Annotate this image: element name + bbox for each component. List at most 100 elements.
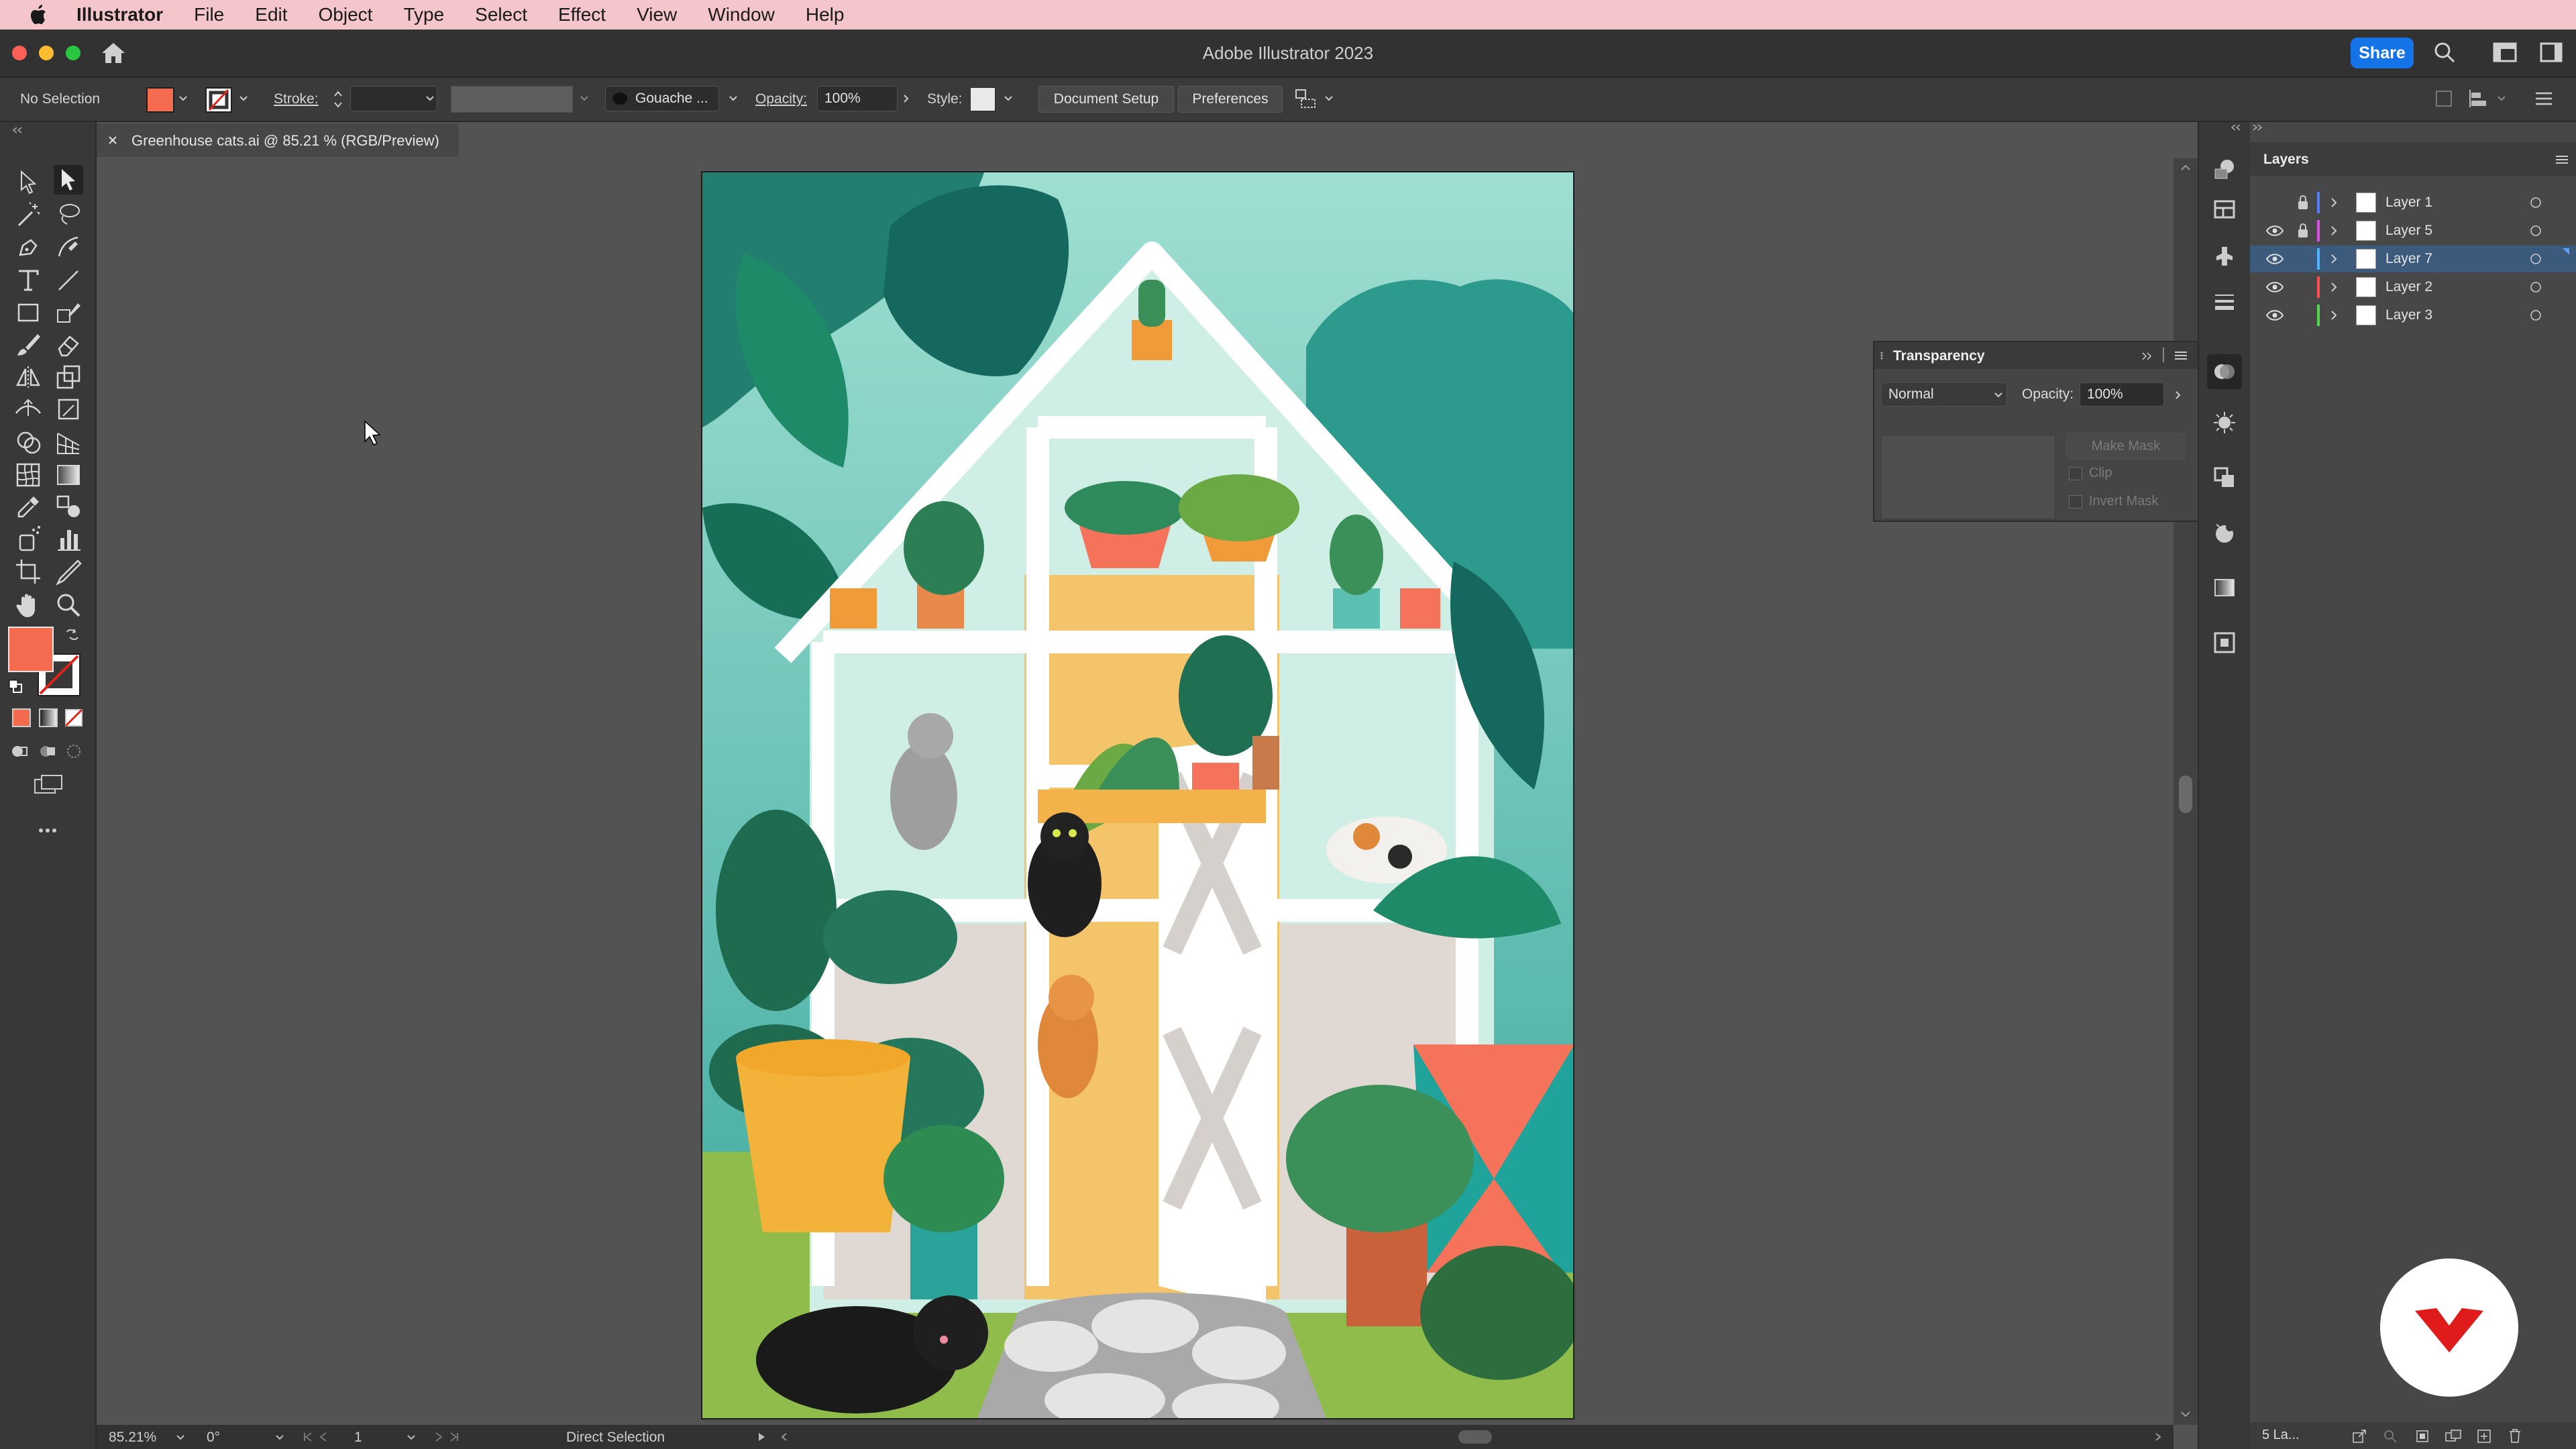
expand-chevron-icon[interactable]	[2329, 310, 2339, 321]
scroll-down-icon[interactable]	[2180, 1410, 2191, 1418]
drag-handle-icon[interactable]	[1880, 352, 1884, 360]
workspace-switcher-icon[interactable]	[2493, 42, 2517, 63]
perspective-grid-tool-icon[interactable]	[54, 428, 83, 458]
vertical-scroll-thumb[interactable]	[2179, 775, 2192, 813]
close-document-icon[interactable]	[107, 135, 118, 146]
transparency-panel-title[interactable]: Transparency	[1893, 348, 1985, 364]
pathfinder-icon[interactable]	[2212, 466, 2237, 490]
paintbrush-tool-icon[interactable]	[13, 330, 43, 360]
shaper-tool-icon[interactable]	[54, 298, 83, 327]
collapse-icon[interactable]	[2251, 123, 2263, 131]
draw-inside-icon[interactable]	[64, 742, 83, 761]
width-tool-icon[interactable]	[13, 394, 43, 424]
invert-mask-checkbox[interactable]	[2069, 495, 2082, 508]
lock-toggle-empty[interactable]	[2297, 307, 2309, 323]
scroll-up-icon[interactable]	[2180, 164, 2191, 172]
chevron-down-icon[interactable]	[1324, 94, 1334, 103]
menu-type[interactable]: Type	[403, 4, 444, 25]
delete-layer-icon[interactable]	[2508, 1428, 2522, 1444]
transparency-opacity-input[interactable]: 100%	[2080, 382, 2164, 407]
column-graph-tool-icon[interactable]	[54, 525, 83, 554]
isolation-icon[interactable]	[2434, 89, 2454, 109]
visibility-eye-icon[interactable]	[2266, 310, 2284, 321]
menu-select[interactable]: Select	[475, 4, 527, 25]
control-panel-menu-icon[interactable]	[2533, 90, 2555, 107]
chevron-down-icon[interactable]	[425, 94, 435, 103]
make-mask-button[interactable]: Make Mask	[2066, 433, 2186, 459]
appearance-icon[interactable]	[2212, 157, 2237, 181]
menu-window[interactable]: Window	[708, 4, 775, 25]
transparency-panel-header[interactable]: Transparency	[1874, 342, 2198, 369]
chevron-down-icon[interactable]	[1004, 94, 1013, 103]
layer-name[interactable]: Layer 5	[2385, 223, 2432, 239]
fill-swatch[interactable]	[146, 87, 174, 113]
horizontal-scroll-thumb[interactable]	[1458, 1430, 1492, 1444]
color-guide-icon[interactable]	[2212, 411, 2237, 435]
direct-selection-tool-icon[interactable]	[54, 165, 83, 195]
rotation-value[interactable]: 0°	[207, 1430, 220, 1446]
document-tab[interactable]: Greenhouse cats.ai @ 85.21 % (RGB/Previe…	[97, 123, 459, 157]
blend-mode-select[interactable]: Normal	[1881, 382, 2007, 407]
artboard-number[interactable]: 1	[354, 1430, 362, 1446]
menu-help[interactable]: Help	[806, 4, 845, 25]
chevron-right-icon[interactable]	[2174, 390, 2183, 400]
line-tool-icon[interactable]	[54, 266, 83, 295]
layer-name[interactable]: Layer 2	[2385, 279, 2432, 295]
chevron-down-icon[interactable]	[178, 94, 188, 103]
stroke-label[interactable]: Stroke:	[274, 91, 319, 107]
chevron-down-icon[interactable]	[2497, 94, 2506, 103]
visibility-eye-icon[interactable]	[2266, 225, 2284, 236]
artboard[interactable]	[701, 171, 1574, 1419]
selection-tool-icon[interactable]	[13, 168, 43, 197]
gradient-tool-icon[interactable]	[54, 460, 83, 490]
slice-tool-icon[interactable]	[54, 557, 83, 586]
arrange-documents-icon[interactable]	[2540, 42, 2563, 63]
menu-effect[interactable]: Effect	[558, 4, 606, 25]
clip-checkbox[interactable]	[2069, 467, 2082, 480]
stroke-swatch[interactable]	[205, 87, 232, 113]
target-circle-icon[interactable]	[2529, 280, 2542, 294]
chevron-down-icon[interactable]	[239, 94, 248, 103]
stroke-weight-stepper[interactable]	[333, 87, 343, 111]
stroke-panel-icon[interactable]	[2212, 290, 2237, 314]
blend-tool-icon[interactable]	[54, 492, 83, 522]
layers-panel-title[interactable]: Layers	[2263, 152, 2309, 168]
free-transform-tool-icon[interactable]	[54, 394, 83, 424]
menu-object[interactable]: Object	[319, 4, 373, 25]
fill-color-swatch-front[interactable]	[8, 627, 54, 672]
opacity-input[interactable]: 100%	[817, 86, 898, 111]
rectangle-tool-icon[interactable]	[13, 298, 43, 327]
share-button[interactable]: Share	[2351, 38, 2414, 68]
symbols-icon[interactable]	[2212, 521, 2237, 545]
hand-tool-icon[interactable]	[13, 590, 43, 620]
puppet-icon[interactable]	[2212, 244, 2237, 268]
scale-tool-icon[interactable]	[54, 362, 83, 392]
lock-icon[interactable]	[2297, 223, 2309, 239]
variable-width-profile[interactable]	[451, 86, 573, 113]
lock-icon[interactable]	[2297, 195, 2309, 211]
chevron-down-icon[interactable]	[407, 1433, 416, 1442]
chevron-down-icon[interactable]	[275, 1433, 284, 1442]
collapse-panel-icon[interactable]	[2140, 352, 2153, 361]
target-circle-icon[interactable]	[2529, 252, 2542, 266]
target-circle-icon[interactable]	[2529, 309, 2542, 322]
zoom-tool-icon[interactable]	[54, 590, 83, 620]
scroll-left-icon[interactable]	[780, 1432, 789, 1442]
eyedropper-tool-icon[interactable]	[13, 492, 43, 522]
chevron-right-icon[interactable]	[902, 94, 911, 103]
target-circle-icon[interactable]	[2529, 224, 2542, 237]
expand-chevron-icon[interactable]	[2329, 254, 2339, 264]
new-layer-icon[interactable]	[2477, 1429, 2491, 1444]
stroke-weight-input[interactable]	[350, 86, 437, 111]
scroll-right-icon[interactable]	[2153, 1432, 2163, 1442]
expand-chevron-icon[interactable]	[2329, 197, 2339, 208]
chevron-down-icon[interactable]	[729, 94, 738, 103]
expand-chevron-icon[interactable]	[2329, 282, 2339, 292]
shape-builder-tool-icon[interactable]	[13, 428, 43, 458]
layer-row[interactable]: Layer 3	[2250, 302, 2576, 329]
lasso-tool-icon[interactable]	[54, 200, 83, 229]
chevron-down-icon[interactable]	[580, 94, 589, 103]
new-sublayer-icon[interactable]	[2445, 1429, 2462, 1444]
layer-name[interactable]: Layer 3	[2385, 307, 2432, 323]
lock-toggle-empty[interactable]	[2297, 279, 2309, 295]
